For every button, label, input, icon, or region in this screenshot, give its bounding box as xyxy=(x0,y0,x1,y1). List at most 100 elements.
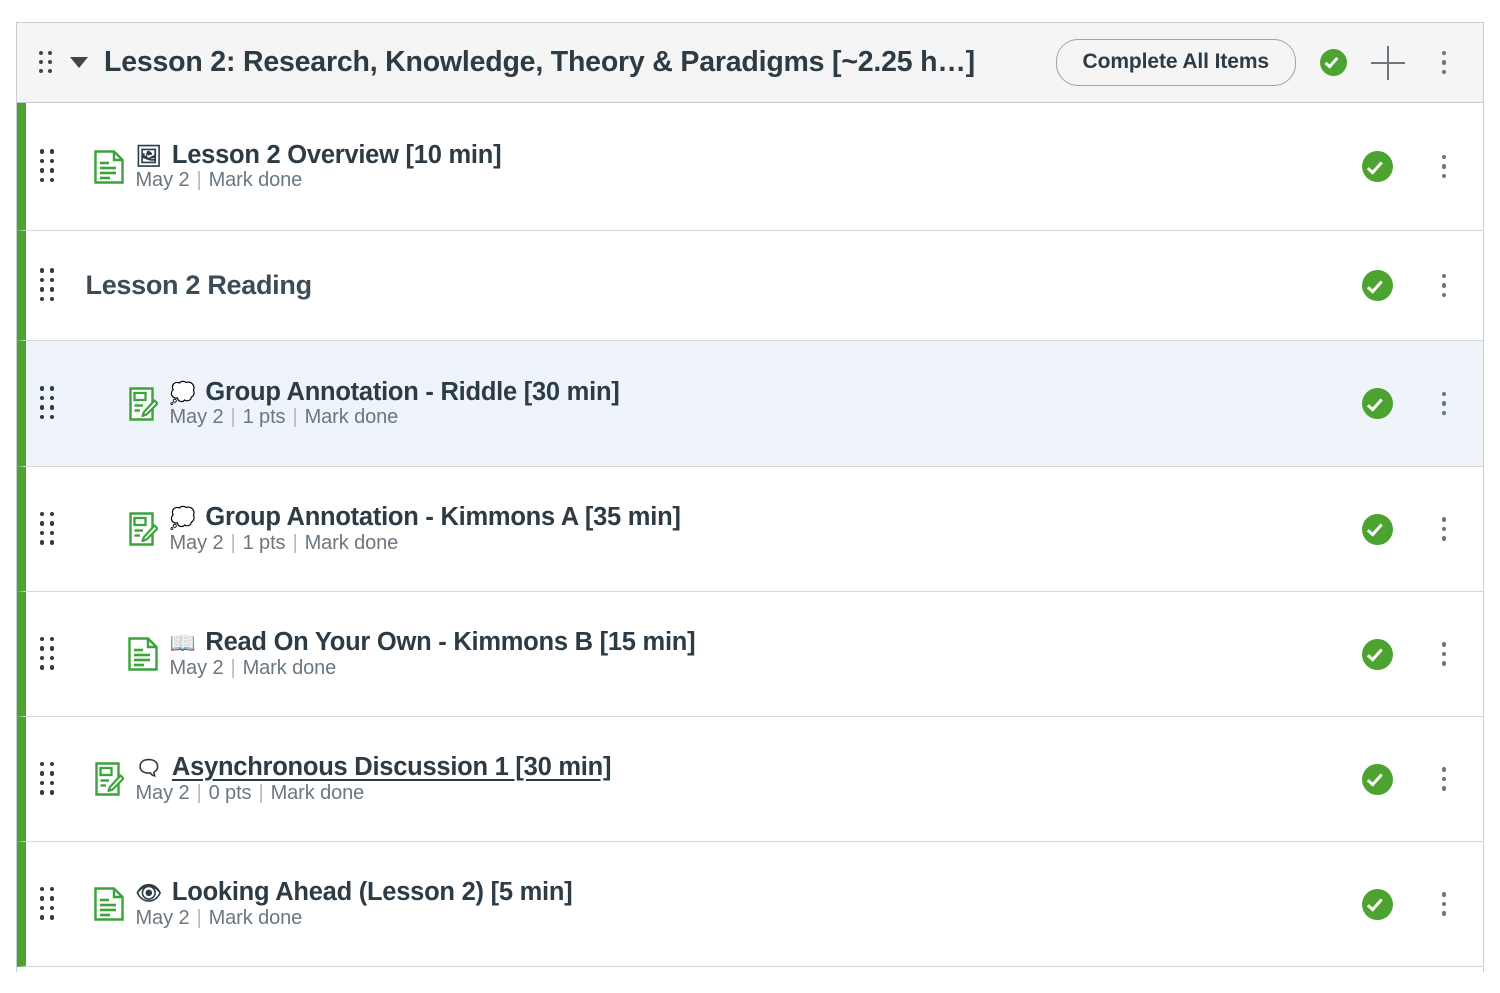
item-title-link[interactable]: Lesson 2 Overview [10 min] xyxy=(172,141,502,170)
published-check-icon[interactable] xyxy=(1362,388,1393,419)
module-item-row[interactable]: 🖼 Lesson 2 Overview [10 min] May 2 | Mark … xyxy=(17,103,1483,231)
item-due-date: May 2 xyxy=(169,406,224,429)
item-options-kebab-icon[interactable] xyxy=(1427,637,1461,671)
module-item-row[interactable]: Lesson 2 Reading xyxy=(17,231,1483,341)
item-actions xyxy=(1362,887,1483,921)
module-item-row[interactable]: 💭 Group Annotation - Kimmons A [35 min] … xyxy=(17,467,1483,592)
item-completion-requirement[interactable]: Mark done xyxy=(209,169,303,191)
item-due-date: May 2 xyxy=(135,906,190,929)
item-title-link[interactable]: Looking Ahead (Lesson 2) [5 min] xyxy=(172,878,573,907)
item-completion-requirement[interactable]: Mark done xyxy=(271,782,365,804)
item-completion-requirement[interactable]: Mark done xyxy=(305,532,399,554)
item-drag-handle[interactable] xyxy=(40,761,56,797)
document-icon xyxy=(92,884,126,924)
item-title: 📖 Read On Your Own - Kimmons B [15 min] xyxy=(170,628,1363,657)
item-text-header: Lesson 2 Reading xyxy=(85,270,313,300)
item-title: 💭 Group Annotation - Riddle [30 min] xyxy=(170,378,1363,407)
published-check-icon[interactable] xyxy=(1362,513,1393,545)
item-drag-handle[interactable] xyxy=(40,886,56,922)
item-drag-handle[interactable] xyxy=(40,511,56,547)
item-title: 🖼 Lesson 2 Overview [10 min] xyxy=(136,141,1363,170)
assignment-icon xyxy=(126,509,160,549)
item-completion-requirement[interactable]: Mark done xyxy=(209,907,303,929)
module-item-row[interactable]: 👁 Looking Ahead (Lesson 2) [5 min] May 2… xyxy=(17,842,1483,967)
chevron-down-icon[interactable] xyxy=(70,57,88,68)
kebab-dot xyxy=(1441,69,1447,75)
drag-dot xyxy=(39,50,43,55)
drag-dot xyxy=(48,68,52,73)
item-meta: May 2 | Mark done xyxy=(135,906,303,929)
drag-dot xyxy=(48,50,52,55)
module-title: Lesson 2: Research, Knowledge, Theory & … xyxy=(104,46,975,78)
open-book-emoji: 📖 xyxy=(169,631,196,656)
published-check-icon[interactable] xyxy=(1362,638,1393,670)
published-check-icon[interactable] xyxy=(1362,888,1393,920)
module-items-list: 🖼 Lesson 2 Overview [10 min] May 2 | Mark … xyxy=(17,103,1483,967)
assignment-icon xyxy=(92,759,126,799)
item-title: 👁 Looking Ahead (Lesson 2) [5 min] xyxy=(136,878,1363,907)
item-due-date: May 2 xyxy=(169,656,224,679)
document-icon xyxy=(126,634,160,674)
item-drag-handle[interactable] xyxy=(40,268,56,303)
item-due-date: May 2 xyxy=(135,781,190,804)
item-actions xyxy=(1362,387,1483,421)
item-title: 💭 Group Annotation - Kimmons A [35 min] xyxy=(170,503,1363,532)
item-actions xyxy=(1362,150,1483,184)
item-options-kebab-icon[interactable] xyxy=(1427,387,1461,421)
item-title: 🗨 Asynchronous Discussion 1 [30 min] xyxy=(136,753,1363,782)
assignment-icon xyxy=(126,384,160,424)
item-meta: May 2 | 1 pts | Mark done xyxy=(169,406,399,429)
module-item-row[interactable]: 💭 Group Annotation - Riddle [30 min] May… xyxy=(17,341,1483,467)
item-actions xyxy=(1362,762,1483,796)
item-options-kebab-icon[interactable] xyxy=(1427,762,1461,796)
eye-emoji: 👁 xyxy=(135,881,163,906)
item-completion-requirement[interactable]: Mark done xyxy=(243,657,337,679)
module-item-row[interactable]: 🗨 Asynchronous Discussion 1 [30 min] May… xyxy=(17,717,1483,842)
item-drag-handle[interactable] xyxy=(40,636,56,672)
item-body: 💭 Group Annotation - Riddle [30 min] May… xyxy=(170,378,1363,430)
item-due-date: May 2 xyxy=(169,531,224,554)
item-options-kebab-icon[interactable] xyxy=(1427,512,1461,546)
item-options-kebab-icon[interactable] xyxy=(1427,269,1461,303)
framed-picture-emoji: 🖼 xyxy=(135,143,163,168)
item-body: 📖 Read On Your Own - Kimmons B [15 min] … xyxy=(170,628,1363,680)
published-check-icon[interactable] xyxy=(1362,763,1393,795)
item-title-link[interactable]: Group Annotation - Kimmons A [35 min] xyxy=(205,503,680,532)
item-title-link[interactable]: Read On Your Own - Kimmons B [15 min] xyxy=(205,628,695,657)
item-actions xyxy=(1362,637,1483,671)
complete-all-items-button[interactable]: Complete All Items xyxy=(1055,39,1296,86)
item-meta: May 2 | 0 pts | Mark done xyxy=(135,781,365,804)
item-points: 1 pts xyxy=(242,406,286,429)
published-check-icon[interactable] xyxy=(1362,151,1393,182)
item-points: 1 pts xyxy=(242,531,286,554)
thought-balloon-emoji: 💭 xyxy=(169,380,196,405)
drag-dot xyxy=(48,59,52,64)
item-meta: May 2 | 1 pts | Mark done xyxy=(169,531,399,554)
item-actions xyxy=(1362,269,1483,303)
item-options-kebab-icon[interactable] xyxy=(1427,887,1461,921)
module-item-row[interactable]: 📖 Read On Your Own - Kimmons B [15 min] … xyxy=(17,592,1483,717)
module-options-kebab-icon[interactable] xyxy=(1427,46,1461,80)
item-title-link[interactable]: Group Annotation - Riddle [30 min] xyxy=(205,378,619,407)
item-meta: May 2 | Mark done xyxy=(169,656,337,679)
item-drag-handle[interactable] xyxy=(40,386,56,421)
item-drag-handle[interactable] xyxy=(40,149,56,184)
module-drag-handle[interactable] xyxy=(39,50,54,75)
item-meta: May 2 | Mark done xyxy=(135,169,303,192)
item-actions xyxy=(1362,512,1483,546)
item-options-kebab-icon[interactable] xyxy=(1427,150,1461,184)
item-completion-requirement[interactable]: Mark done xyxy=(305,406,399,428)
drag-dot xyxy=(39,59,43,64)
thought-balloon-emoji: 💭 xyxy=(169,506,196,531)
add-item-icon[interactable] xyxy=(1371,45,1405,80)
kebab-dot xyxy=(1441,60,1447,65)
published-check-icon[interactable] xyxy=(1362,270,1393,301)
kebab-dot xyxy=(1441,50,1447,56)
document-icon xyxy=(92,147,126,187)
module-header-actions: Complete All Items xyxy=(1055,39,1469,86)
item-title-link[interactable]: Asynchronous Discussion 1 [30 min] xyxy=(172,753,612,782)
published-check-icon[interactable] xyxy=(1320,49,1347,76)
item-due-date: May 2 xyxy=(135,169,190,192)
module-header: Lesson 2: Research, Knowledge, Theory & … xyxy=(17,23,1483,103)
item-body: 🗨 Asynchronous Discussion 1 [30 min] May… xyxy=(136,753,1363,805)
